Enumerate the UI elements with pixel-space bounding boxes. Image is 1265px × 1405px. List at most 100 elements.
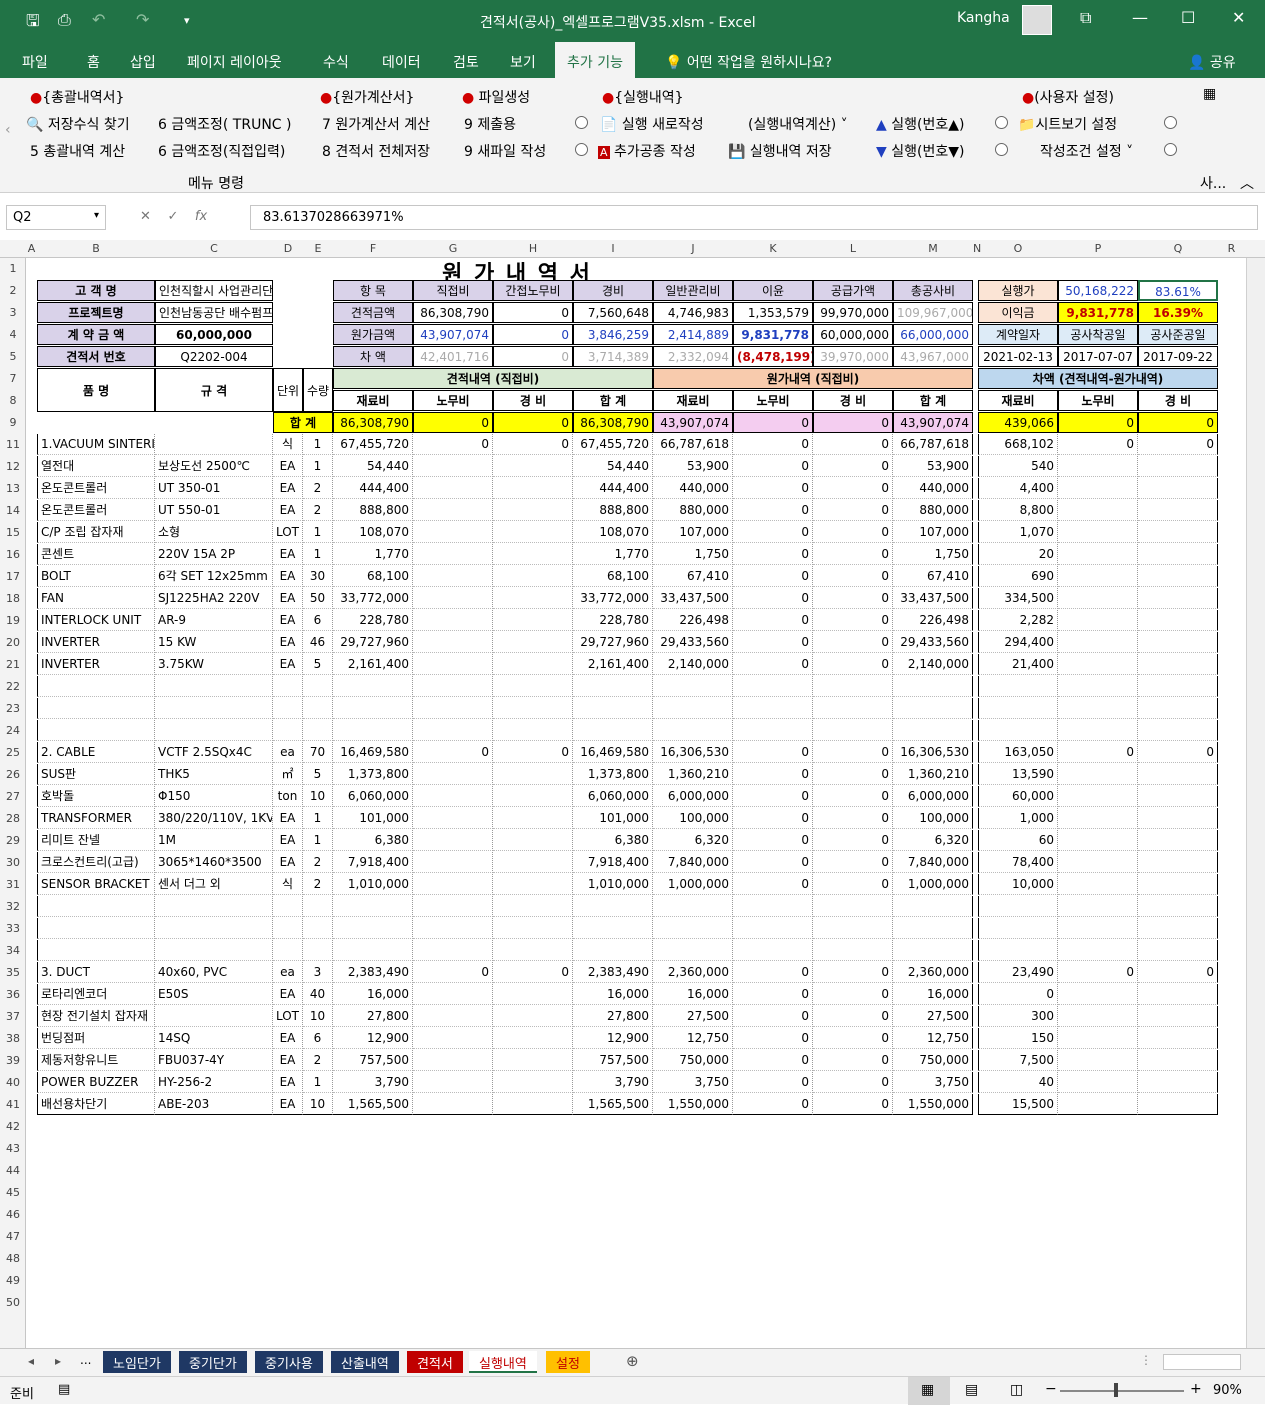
table-cell[interactable]: 1,550,000	[653, 1094, 733, 1115]
table-cell[interactable]: 2,360,000	[893, 962, 973, 983]
table-cell[interactable]: 0	[1058, 434, 1138, 455]
table-cell[interactable]: 6,380	[573, 830, 653, 851]
table-cell[interactable]	[493, 566, 573, 587]
table-cell[interactable]	[303, 918, 333, 939]
row-header[interactable]: 46	[0, 1208, 26, 1221]
table-cell[interactable]	[1138, 786, 1218, 807]
share-button[interactable]: 👤 공유	[1188, 52, 1236, 72]
table-cell[interactable]	[155, 434, 273, 455]
row-header[interactable]: 14	[0, 504, 26, 517]
table-cell[interactable]: 20	[978, 544, 1058, 565]
row-header[interactable]: 15	[0, 526, 26, 539]
table-cell[interactable]	[155, 918, 273, 939]
table-cell[interactable]: 현장 전기설치 잡자재	[37, 1006, 155, 1027]
table-cell[interactable]: 33,772,000	[573, 588, 653, 609]
table-cell[interactable]: 40	[303, 984, 333, 1005]
summary-label[interactable]: 원가금액	[333, 324, 413, 345]
row-header[interactable]: 25	[0, 746, 26, 759]
row-header[interactable]: 37	[0, 1010, 26, 1023]
table-cell[interactable]: 0	[813, 764, 893, 785]
table-cell[interactable]	[493, 830, 573, 851]
table-cell[interactable]: 16,000	[573, 984, 653, 1005]
table-cell[interactable]: 690	[978, 566, 1058, 587]
table-cell[interactable]	[413, 1028, 493, 1049]
table-cell[interactable]: 13,590	[978, 764, 1058, 785]
table-cell[interactable]: 1M	[155, 830, 273, 851]
table-cell[interactable]	[1058, 478, 1138, 499]
tab-page-layout[interactable]: 페이지 레이아웃	[187, 52, 282, 72]
info-value[interactable]: Q2202-004	[155, 346, 273, 367]
table-cell[interactable]	[1058, 676, 1138, 697]
add-sheet-icon[interactable]: ⊕	[626, 1352, 639, 1370]
table-cell[interactable]: 0	[733, 962, 813, 983]
table-cell[interactable]: EA	[273, 852, 303, 873]
undo-icon[interactable]: ↶	[92, 10, 105, 29]
tab-insert[interactable]: 삽입	[130, 52, 156, 72]
table-cell[interactable]	[493, 984, 573, 1005]
table-cell[interactable]: 300	[978, 1006, 1058, 1027]
table-cell[interactable]: 0	[813, 478, 893, 499]
table-cell[interactable]: 16,000	[333, 984, 413, 1005]
table-cell[interactable]	[1058, 544, 1138, 565]
table-cell[interactable]: 757,500	[573, 1050, 653, 1071]
table-cell[interactable]: 0	[1138, 962, 1218, 983]
table-cell[interactable]	[413, 896, 493, 917]
table-cell[interactable]	[413, 830, 493, 851]
table-cell[interactable]: EA	[273, 1094, 303, 1115]
ribbon-scroll-left-icon[interactable]: ‹	[5, 122, 11, 138]
table-cell[interactable]: 0	[813, 456, 893, 477]
table-cell[interactable]: 0	[813, 500, 893, 521]
table-cell[interactable]	[413, 918, 493, 939]
table-cell[interactable]	[493, 588, 573, 609]
exec-calc-dropdown[interactable]: (실행내역계산) ˅	[748, 114, 848, 134]
table-cell[interactable]	[413, 786, 493, 807]
table-cell[interactable]: 배선용차단기	[37, 1094, 155, 1115]
table-cell[interactable]: 0	[733, 456, 813, 477]
table-cell[interactable]: 0	[733, 1006, 813, 1027]
collapse-ribbon-icon[interactable]: ︿	[1240, 173, 1254, 193]
summary-label[interactable]: 차 액	[333, 346, 413, 367]
table-cell[interactable]: 1	[303, 522, 333, 543]
table-cell[interactable]: 온도콘트롤러	[37, 478, 155, 499]
table-cell[interactable]: 2,161,400	[333, 654, 413, 675]
table-cell[interactable]: 0	[733, 1072, 813, 1093]
table-cell[interactable]: 40x60, PVC	[155, 962, 273, 983]
table-cell[interactable]	[413, 544, 493, 565]
table-cell[interactable]: 0	[733, 522, 813, 543]
table-cell[interactable]: 10	[303, 1006, 333, 1027]
table-cell[interactable]	[1138, 1072, 1218, 1093]
table-cell[interactable]	[493, 478, 573, 499]
table-cell[interactable]: 1,373,800	[573, 764, 653, 785]
table-cell[interactable]: 1	[303, 830, 333, 851]
summary-header[interactable]: 경비	[573, 280, 653, 301]
row-header[interactable]: 4	[0, 328, 26, 341]
table-cell[interactable]: 100,000	[893, 808, 973, 829]
table-cell[interactable]: 1,770	[333, 544, 413, 565]
table-cell[interactable]	[413, 720, 493, 741]
row-header[interactable]: 13	[0, 482, 26, 495]
table-cell[interactable]: 0	[493, 742, 573, 763]
sub-header[interactable]: 재료비	[653, 390, 733, 411]
table-cell[interactable]	[333, 896, 413, 917]
table-cell[interactable]: 5	[303, 654, 333, 675]
row-header[interactable]: 50	[0, 1296, 26, 1309]
table-cell[interactable]: Φ150	[155, 786, 273, 807]
group1-header[interactable]: 견적내역 (직접비)	[333, 368, 653, 389]
table-cell[interactable]: 0	[733, 1094, 813, 1115]
table-cell[interactable]	[1138, 1006, 1218, 1027]
table-cell[interactable]	[413, 610, 493, 631]
table-cell[interactable]	[155, 676, 273, 697]
table-cell[interactable]: 0	[1138, 434, 1218, 455]
table-cell[interactable]	[893, 896, 973, 917]
summary-value[interactable]: 1,353,579	[733, 302, 813, 323]
table-cell[interactable]	[303, 940, 333, 961]
table-cell[interactable]	[273, 918, 303, 939]
table-cell[interactable]: 7,840,000	[653, 852, 733, 873]
info-label[interactable]: 계 약 금 액	[37, 324, 155, 345]
sub-header[interactable]: 재료비	[978, 390, 1058, 411]
table-cell[interactable]: 40	[978, 1072, 1058, 1093]
table-cell[interactable]: 334,500	[978, 588, 1058, 609]
info-label[interactable]: 고 객 명	[37, 280, 155, 301]
total-value[interactable]: 0	[1058, 412, 1138, 433]
column-header[interactable]: H	[493, 242, 573, 255]
